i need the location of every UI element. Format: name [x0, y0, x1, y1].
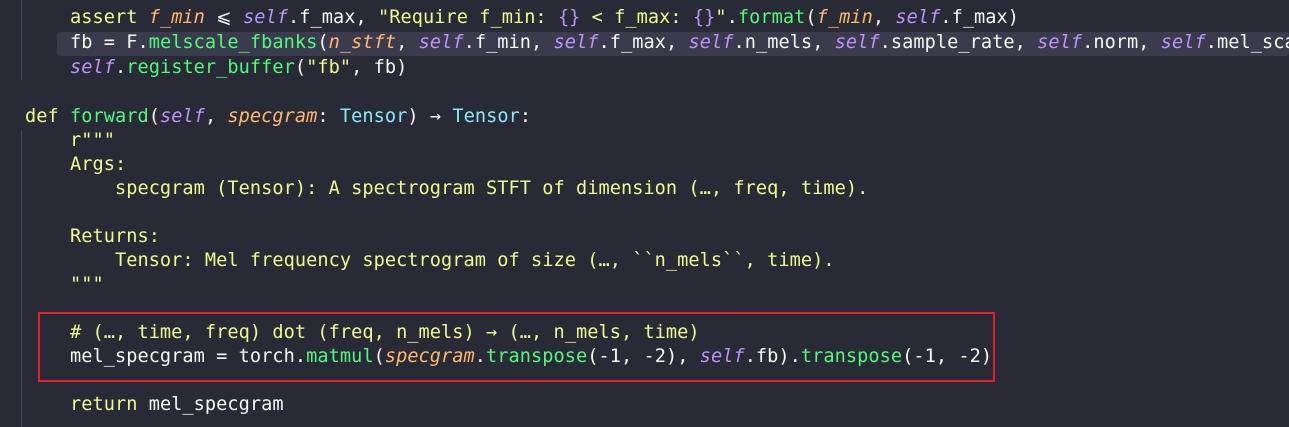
- code-token-op: .: [114, 57, 127, 78]
- code-token-op: mel_specgram: [137, 394, 284, 415]
- code-token-param: f_min: [816, 7, 873, 28]
- code-token-op: ,: [204, 106, 228, 127]
- code-token-op: ⩽: [204, 7, 244, 28]
- code-token-param: n_stft: [328, 32, 397, 53]
- code-token-op: .f_max,: [288, 7, 379, 28]
- code-token-op: (: [805, 7, 817, 28]
- code-token-op: (: [294, 57, 307, 78]
- code-token-fn: melscale_fbanks: [148, 32, 318, 53]
- code-token-self: self: [1160, 32, 1206, 53]
- code-token-self: self: [418, 32, 464, 53]
- code-token-op: [25, 394, 70, 415]
- code-token-self: self: [159, 106, 205, 127]
- code-token-op: :: [317, 106, 340, 127]
- code-line[interactable]: fb = F.melscale_fbanks(n_stft, self.f_mi…: [25, 31, 1289, 55]
- code-token-doc: """: [25, 274, 104, 295]
- code-token-op: fb = F.: [25, 32, 149, 53]
- code-token-op: .mel_scale): [1205, 32, 1289, 53]
- code-token-op: .n_mels,: [733, 32, 835, 53]
- code-token-str: ": [715, 7, 727, 28]
- code-token-kw: assert: [25, 7, 149, 28]
- annotation-highlight-box: [38, 312, 995, 382]
- code-token-type: Tensor: [339, 106, 408, 127]
- code-token-op: (: [317, 32, 329, 53]
- code-token-str: < f_max:: [580, 7, 693, 28]
- code-token-param: f_min: [148, 7, 205, 28]
- code-token-op: .sample_rate,: [879, 32, 1038, 53]
- code-token-kw: return: [69, 394, 138, 415]
- code-token-str: "fb": [306, 57, 352, 78]
- code-token-doc: Returns:: [25, 226, 160, 247]
- code-token-fn: format: [737, 7, 806, 28]
- code-line[interactable]: def forward(self, specgram: Tensor) → Te…: [25, 105, 531, 129]
- code-token-op: [25, 57, 70, 78]
- code-token-fmt: {}: [692, 7, 716, 28]
- code-token-self: self: [243, 7, 289, 28]
- code-token-self: self: [553, 32, 599, 53]
- code-token-op: .f_min,: [463, 32, 554, 53]
- code-token-fmt: {}: [557, 7, 581, 28]
- code-token-op: :: [519, 106, 532, 127]
- code-token-self: self: [834, 32, 880, 53]
- code-token-op: ) →: [407, 106, 453, 127]
- code-token-self: self: [69, 57, 115, 78]
- indent-guide: [21, 130, 22, 427]
- code-token-doc: Tensor: Mel frequency spectrogram of siz…: [25, 250, 835, 271]
- code-token-op: , fb): [351, 57, 408, 78]
- code-token-doc: specgram (Tensor): A spectrogram STFT of…: [25, 178, 869, 199]
- code-token-op: ,: [396, 32, 419, 53]
- code-line[interactable]: self.register_buffer("fb", fb): [25, 56, 407, 80]
- code-line[interactable]: Returns:: [25, 225, 160, 249]
- code-line[interactable]: """: [25, 273, 104, 297]
- code-line[interactable]: return mel_specgram: [25, 393, 284, 417]
- code-line[interactable]: Args:: [25, 153, 126, 177]
- code-token-fn: register_buffer: [126, 57, 295, 78]
- code-token-op: .f_max): [940, 7, 1020, 28]
- code-token-op: .norm,: [1082, 32, 1161, 53]
- code-token-doc: r""": [25, 130, 115, 151]
- code-line[interactable]: specgram (Tensor): A spectrogram STFT of…: [25, 177, 868, 201]
- code-token-doc: Args:: [25, 154, 127, 175]
- code-token-str: "Require f_min:: [378, 7, 558, 28]
- indent-guide: [21, 0, 22, 80]
- code-token-op: ,: [872, 7, 896, 28]
- code-editor[interactable]: assert f_min ⩽ self.f_max, "Require f_mi…: [0, 0, 1289, 427]
- code-token-self: self: [688, 32, 734, 53]
- code-token-op: (: [148, 106, 160, 127]
- code-line[interactable]: assert f_min ⩽ self.f_max, "Require f_mi…: [25, 6, 1019, 30]
- code-token-fn: forward: [69, 106, 149, 127]
- code-token-op: .: [726, 7, 738, 28]
- code-token-self: self: [1037, 32, 1083, 53]
- code-token-self: self: [895, 7, 941, 28]
- code-line[interactable]: Tensor: Mel frequency spectrogram of siz…: [25, 249, 835, 273]
- code-line[interactable]: r""": [25, 129, 115, 153]
- code-token-type: Tensor: [452, 106, 520, 127]
- code-token-param: specgram: [227, 106, 318, 127]
- code-token-kw: def: [25, 106, 70, 127]
- code-token-op: .f_max,: [598, 32, 689, 53]
